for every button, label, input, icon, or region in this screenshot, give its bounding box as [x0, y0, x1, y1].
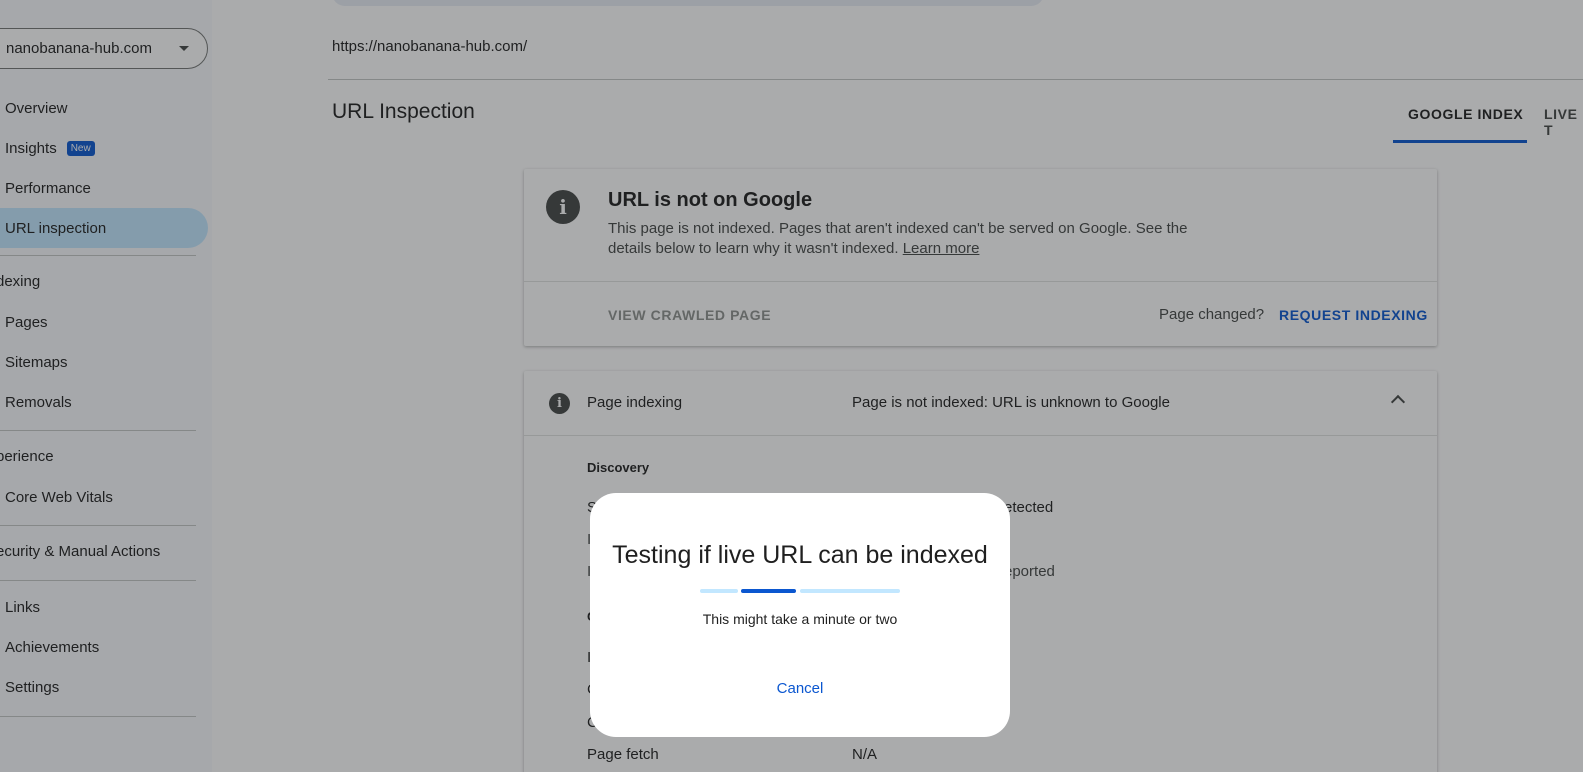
live-test-dialog: Testing if live URL can be indexed This …: [590, 493, 1010, 737]
cancel-button[interactable]: Cancel: [590, 680, 1010, 697]
progress-indicator: [741, 589, 796, 593]
dialog-subtitle: This might take a minute or two: [702, 611, 898, 627]
progress-track: [700, 589, 738, 593]
progress-bar: [700, 589, 900, 593]
dialog-title: Testing if live URL can be indexed: [612, 541, 988, 569]
progress-track: [800, 589, 900, 593]
